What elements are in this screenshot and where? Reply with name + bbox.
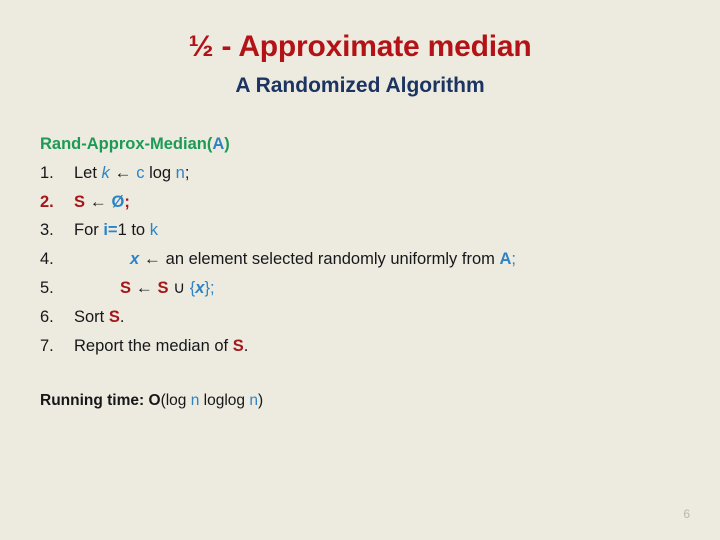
algorithm-step: 7. Report the median of S. bbox=[40, 332, 660, 361]
step-number: 6. bbox=[40, 307, 54, 326]
step-token: . bbox=[119, 307, 125, 326]
step-token: For bbox=[74, 221, 104, 240]
step-token: ← bbox=[85, 191, 112, 211]
step-token: k bbox=[149, 221, 158, 240]
algorithm-step: 2. S ← Ø; bbox=[40, 188, 660, 217]
step-token: Sort bbox=[74, 307, 109, 326]
step-token: k bbox=[101, 163, 110, 182]
algorithm-block: Rand-Approx-Median(A) 1. Let k ← c log n;… bbox=[40, 130, 660, 360]
step-token: A bbox=[499, 250, 512, 269]
step-token: Let bbox=[74, 163, 102, 182]
step-number: 4. bbox=[40, 250, 54, 269]
algorithm-name: Rand-Approx-Median bbox=[40, 135, 207, 153]
step-token: i= bbox=[103, 221, 118, 240]
running-time-label: Running time: bbox=[40, 392, 149, 409]
step-number: 2. bbox=[40, 192, 54, 211]
step-token: ← bbox=[109, 162, 137, 182]
step-number: 5. bbox=[40, 278, 54, 297]
step-token: 1 bbox=[117, 221, 127, 240]
running-time-mid: loglog bbox=[199, 392, 250, 409]
step-token: ← bbox=[131, 277, 158, 297]
step-token: Report the median of bbox=[74, 336, 233, 355]
step-token: n bbox=[175, 163, 185, 182]
step-token: S bbox=[108, 307, 120, 326]
algorithm-steps-list: 1. Let k ← c log n; 2. S ← Ø; 3. For i=1 to k… bbox=[40, 159, 660, 361]
step-token: ∪ bbox=[168, 278, 190, 297]
slide-title: ½ - Approximate median bbox=[188, 30, 532, 63]
step-token: ← bbox=[139, 249, 166, 269]
step-token: log bbox=[144, 163, 176, 182]
algorithm-step: 3. For i=1 to k bbox=[40, 216, 660, 245]
step-token: Ø bbox=[111, 192, 125, 211]
algorithm-step: 4. x ← an element selected randomly unifo… bbox=[40, 245, 660, 274]
step-number: 7. bbox=[40, 336, 54, 355]
step-token: ; bbox=[124, 192, 130, 211]
running-time-statement: Running time: O(log n loglog n) bbox=[40, 392, 263, 410]
algorithm-step: 6. Sort S. bbox=[40, 303, 660, 332]
running-time-n-second: n bbox=[249, 392, 258, 409]
step-token: an element selected randomly uniformly f… bbox=[165, 250, 500, 269]
slide-canvas: ½ - Approximate median A Randomized Algo… bbox=[0, 0, 720, 540]
step-token: ; bbox=[511, 250, 516, 269]
step-token: S bbox=[157, 278, 169, 297]
algorithm-step: 5. S ← S ∪ {x}; bbox=[40, 274, 660, 303]
step-token: S bbox=[74, 192, 86, 211]
step-token: x bbox=[130, 250, 140, 269]
step-token: . bbox=[243, 336, 249, 355]
algorithm-signature: Rand-Approx-Median(A) bbox=[40, 130, 660, 159]
running-time-close: ) bbox=[257, 392, 264, 409]
page-number: 6 bbox=[683, 507, 690, 521]
step-token: S bbox=[232, 336, 244, 355]
step-token: S bbox=[120, 278, 132, 297]
step-token: ; bbox=[184, 163, 190, 182]
algorithm-step: 1. Let k ← c log n; bbox=[40, 159, 660, 188]
algorithm-argument: A bbox=[212, 135, 225, 153]
close-paren: ) bbox=[224, 135, 230, 153]
step-number: 1. bbox=[40, 163, 54, 182]
running-time-open: (log bbox=[160, 392, 191, 409]
big-o-symbol: O bbox=[148, 392, 161, 409]
step-token: ; bbox=[209, 278, 215, 297]
slide-subtitle: A Randomized Algorithm bbox=[235, 74, 485, 97]
step-number: 3. bbox=[40, 221, 54, 240]
step-token: to bbox=[126, 221, 150, 240]
